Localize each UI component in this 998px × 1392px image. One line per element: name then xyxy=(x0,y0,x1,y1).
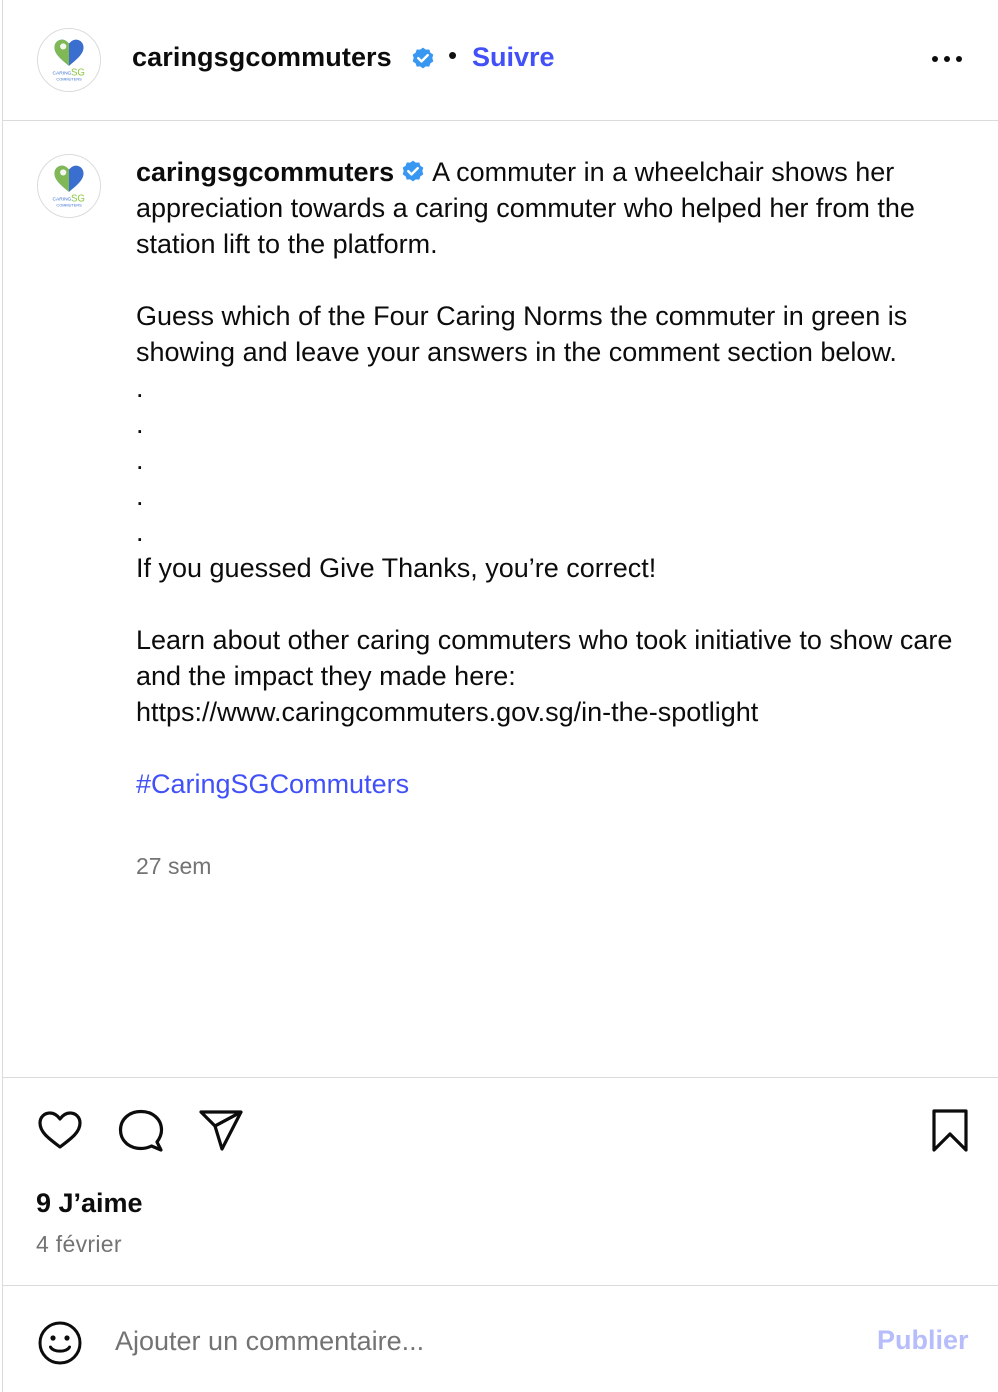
emoji-icon[interactable] xyxy=(36,1319,84,1367)
caring-sg-logo: CARING SG COMMUTERS xyxy=(38,155,100,217)
username[interactable]: caringsgcommuters xyxy=(132,42,392,73)
bookmark-icon[interactable] xyxy=(925,1106,975,1156)
share-icon[interactable] xyxy=(197,1106,247,1156)
post-dialog: CARING SG COMMUTERS caringsgcommuters • … xyxy=(2,0,998,1392)
avatar[interactable]: CARING SG COMMUTERS xyxy=(37,28,101,92)
caption-username[interactable]: caringsgcommuters xyxy=(136,157,394,187)
caption-avatar[interactable]: CARING SG COMMUTERS xyxy=(37,154,101,218)
comment-input[interactable] xyxy=(115,1317,815,1365)
post-date: 4 février xyxy=(36,1231,122,1257)
publish-button[interactable]: Publier xyxy=(877,1325,969,1356)
verified-badge-icon xyxy=(402,160,424,182)
logo-text-commuters: COMMUTERS xyxy=(56,202,82,207)
comment-icon[interactable] xyxy=(116,1106,166,1156)
caption-body: A commuter in a wheelchair shows her app… xyxy=(136,157,953,727)
separator-dot: • xyxy=(448,40,458,70)
post-header: CARING SG COMMUTERS caringsgcommuters • … xyxy=(3,0,998,121)
more-options-icon[interactable] xyxy=(929,44,965,74)
verified-badge-icon xyxy=(412,47,434,69)
heart-icon[interactable] xyxy=(35,1106,85,1156)
comment-bar: Publier xyxy=(3,1287,998,1392)
likes-count[interactable]: 9 J’aime xyxy=(36,1188,143,1219)
caption-text: caringsgcommuters A commuter in a wheelch… xyxy=(136,154,956,802)
caption-area: CARING SG COMMUTERS caringsgcommuters A c… xyxy=(3,122,998,1078)
caption-time-ago: 27 sem xyxy=(136,853,212,879)
hashtag-link[interactable]: #CaringSGCommuters xyxy=(136,769,409,799)
caring-sg-logo: CARING SG COMMUTERS xyxy=(38,29,100,91)
follow-button[interactable]: Suivre xyxy=(472,42,555,73)
logo-text-commuters: COMMUTERS xyxy=(56,76,82,81)
post-actions: 9 J’aime 4 février xyxy=(3,1078,998,1286)
